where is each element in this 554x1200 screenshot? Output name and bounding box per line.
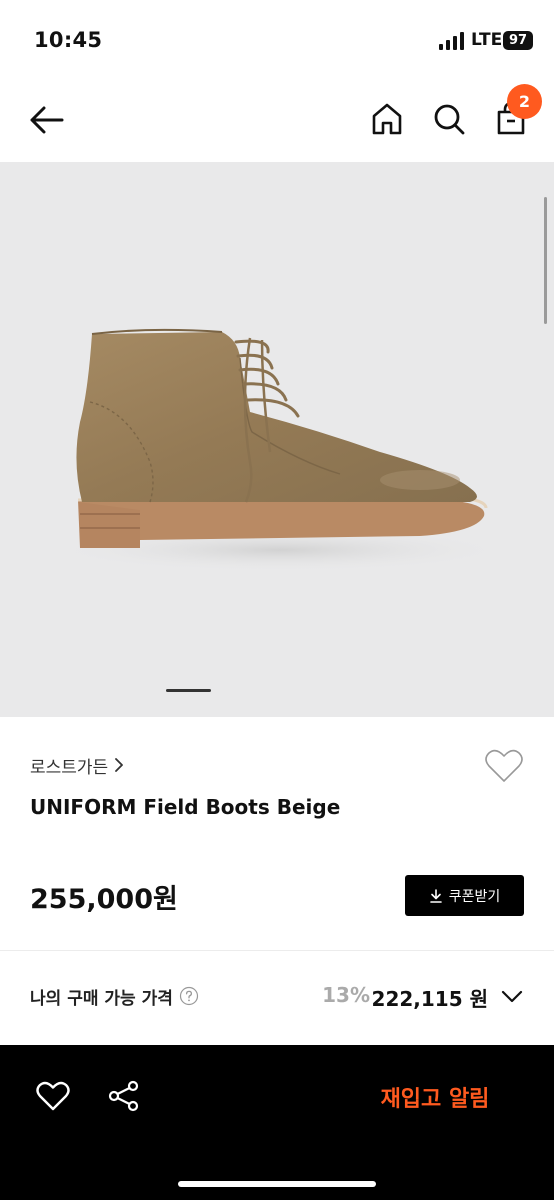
status-bar: 10:45 LTE 97	[0, 0, 554, 80]
share-icon[interactable]	[107, 1079, 141, 1113]
discount-price: 222,115 원	[371, 987, 488, 1011]
product-price: 255,000원	[30, 884, 178, 915]
battery-icon: 97	[503, 31, 533, 50]
heart-outline-icon[interactable]	[36, 1080, 70, 1112]
my-price-row[interactable]: 나의 구매 가능 가격 13% 222,115 원	[30, 982, 524, 1011]
bottom-action-bar: 재입고 알림	[0, 1045, 554, 1200]
chevron-right-icon	[115, 758, 124, 772]
network-type: LTE	[471, 30, 503, 50]
restock-alert-button[interactable]: 재입고 알림	[350, 1075, 520, 1119]
product-name: UNIFORM Field Boots Beige	[30, 795, 341, 819]
my-price-label: 나의 구매 가능 가격	[30, 988, 173, 1009]
cart-badge[interactable]: 2	[507, 84, 542, 119]
heart-outline-icon[interactable]	[484, 747, 524, 785]
product-image	[50, 328, 510, 572]
chevron-down-icon[interactable]	[500, 986, 524, 1006]
help-circle-icon[interactable]	[179, 986, 199, 1006]
nav-bar: 2	[0, 80, 554, 162]
divider	[0, 950, 554, 951]
gallery-page-indicator	[166, 689, 211, 692]
back-arrow-icon[interactable]	[26, 100, 66, 140]
home-icon[interactable]	[368, 100, 406, 138]
status-time: 10:45	[34, 28, 103, 52]
coupon-label: 쿠폰받기	[448, 888, 501, 905]
my-price-label-group: 나의 구매 가능 가격	[30, 982, 199, 1010]
discount-rate: 13%	[322, 983, 370, 1007]
coupon-download-button[interactable]: 쿠폰받기	[405, 875, 524, 916]
signal-icon	[439, 32, 464, 50]
search-icon[interactable]	[430, 100, 468, 138]
brand-link[interactable]: 로스트가든	[30, 752, 126, 778]
gallery-scrollbar[interactable]	[544, 197, 547, 324]
home-indicator	[178, 1181, 376, 1187]
download-icon	[429, 888, 442, 903]
brand-name: 로스트가든	[30, 757, 109, 778]
product-image-gallery[interactable]	[0, 162, 554, 717]
